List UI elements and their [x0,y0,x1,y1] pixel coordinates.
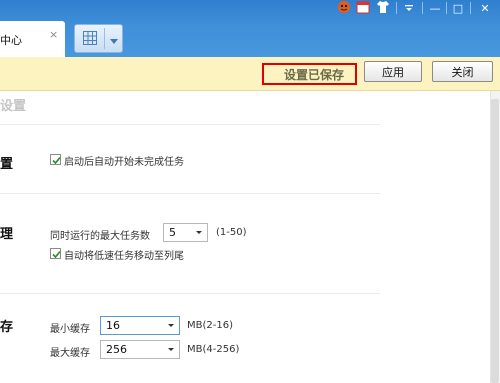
max-tasks-value: 5 [169,226,176,239]
tab-close-icon[interactable]: × [49,28,58,41]
min-cache-value: 16 [106,319,120,332]
close-window-button[interactable]: ✕ [478,0,492,16]
skin-icon[interactable] [336,0,352,14]
max-tasks-select[interactable]: 5 [163,223,208,242]
chevron-down-icon[interactable] [109,35,119,44]
shirt-icon[interactable] [376,0,390,14]
saved-status-text: 设置已保存 [284,68,345,82]
chevron-down-icon [191,224,207,241]
separator [446,2,447,14]
apply-button[interactable]: 应用 [364,61,422,82]
max-cache-label: 最大缓存 [50,348,90,359]
min-cache-unit: MB(2-16) [187,320,233,331]
max-tasks-label: 同时运行的最大任务数 [50,231,150,242]
calendar-icon[interactable] [356,0,370,14]
grid-icon[interactable] [83,31,97,45]
separator [470,2,471,14]
slow-task-label: 自动将低速任务移动至列尾 [64,251,184,262]
notification-bar [0,57,500,91]
section-title-tasks: 理 [0,227,14,242]
divider [0,193,380,194]
separator [422,2,423,14]
max-cache-select[interactable]: 256 [100,340,180,359]
section-header-settings: 设置 [0,99,27,114]
auto-start-label: 启动后自动开始未完成任务 [64,157,184,168]
max-tasks-range: (1-50) [216,227,247,238]
chevron-down-icon [163,317,179,334]
section-title-startup: 置 [0,157,14,172]
max-cache-unit: MB(4-256) [187,344,240,355]
chevron-down-icon [163,341,179,358]
divider [0,124,380,125]
minimize-button[interactable]: — [428,0,442,16]
max-cache-value: 256 [106,343,127,356]
close-button[interactable]: 关闭 [432,61,493,82]
scrollbar-thumb[interactable] [491,99,499,383]
separator [104,28,105,49]
divider [0,293,380,294]
min-cache-label: 最小缓存 [50,324,90,335]
maximize-button[interactable]: □ [451,0,465,16]
separator [396,2,397,14]
slow-task-checkbox[interactable] [50,248,61,259]
menu-dropdown-icon[interactable] [402,0,416,16]
section-title-cache: 存 [0,320,14,335]
min-cache-select[interactable]: 16 [100,316,180,335]
auto-start-checkbox[interactable] [50,154,61,165]
tab-label: 中心 [0,34,22,47]
